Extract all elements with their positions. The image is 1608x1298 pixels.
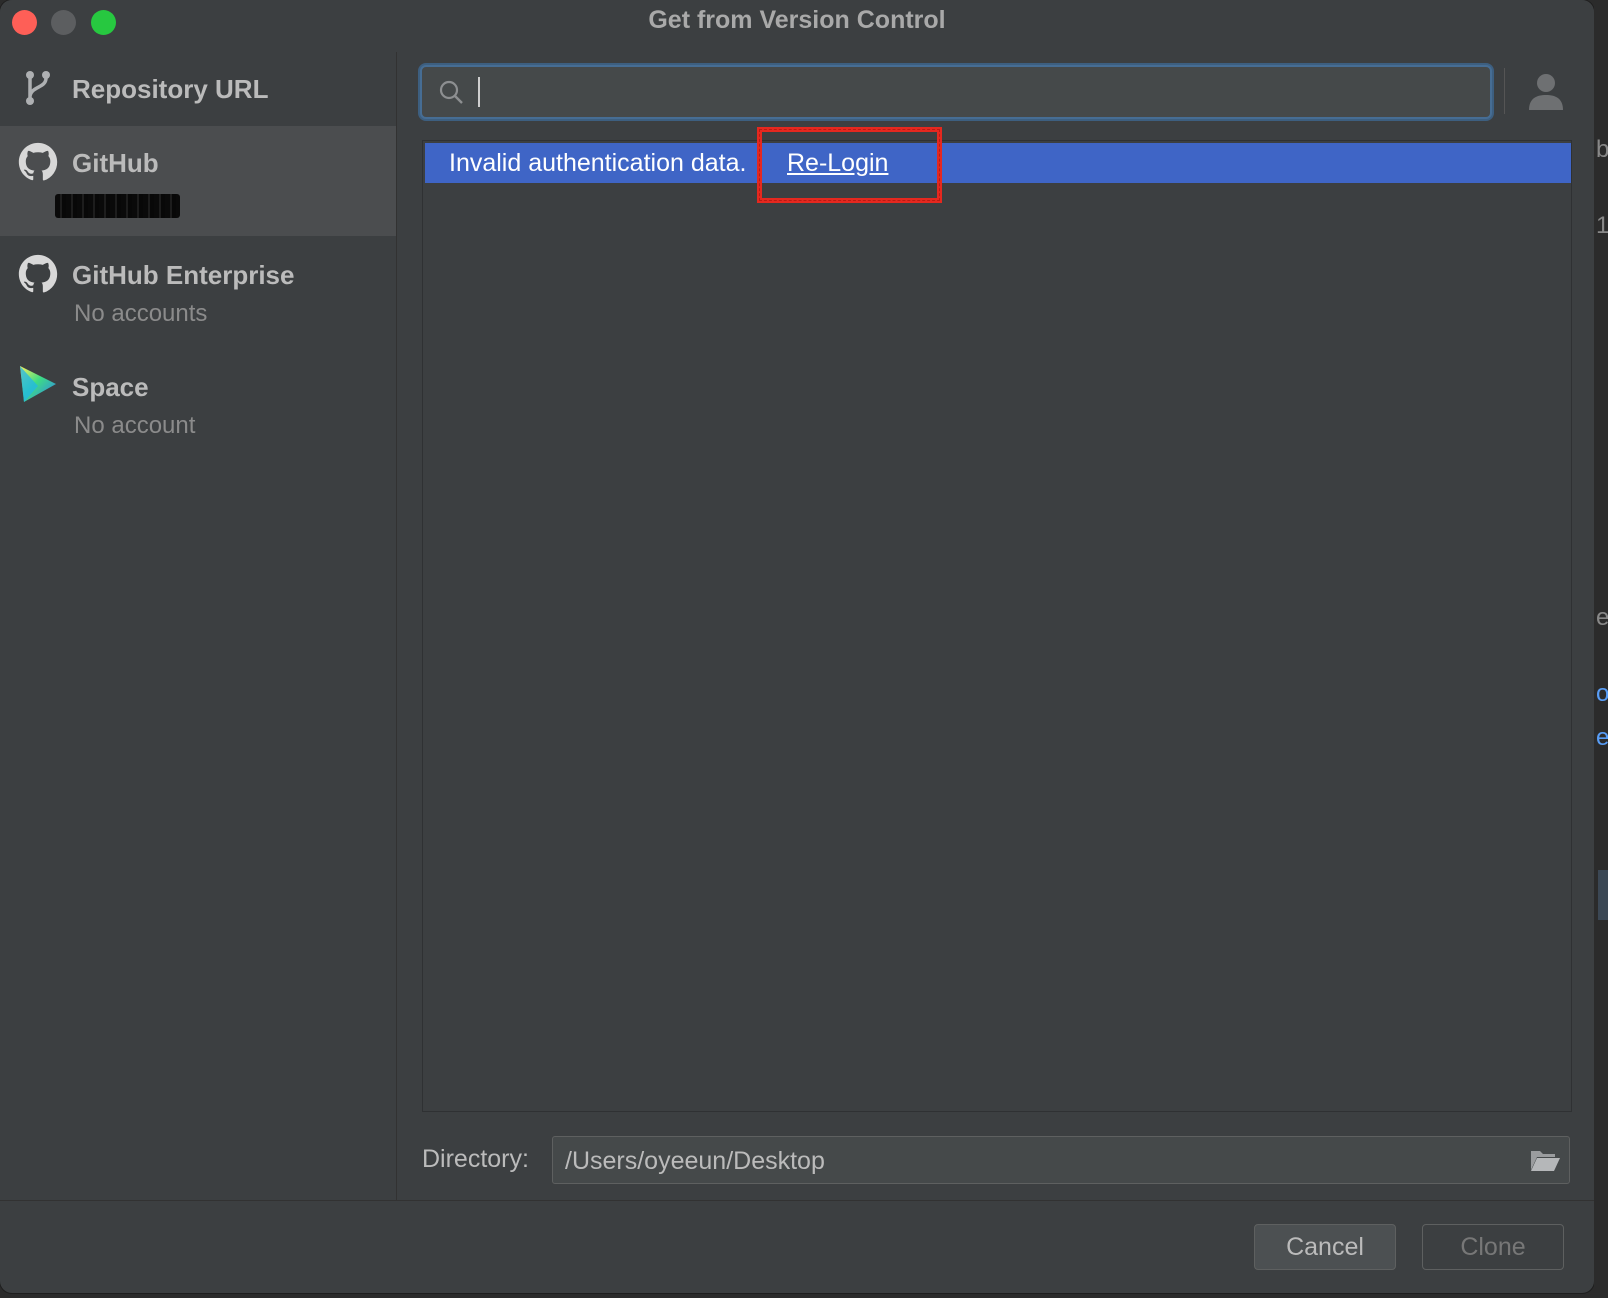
- sidebar-item-label: Space: [72, 372, 149, 402]
- background-text: b: [1596, 136, 1608, 163]
- sidebar-item-repository-url[interactable]: Repository URL: [0, 52, 396, 124]
- sidebar-item-sublabel: No accounts: [74, 300, 208, 327]
- sidebar: Repository URL GitHub GitHub Enterprise …: [0, 52, 397, 1200]
- search-input[interactable]: [474, 72, 1468, 112]
- error-row: Invalid authentication data. Re-Login: [425, 143, 1571, 183]
- background-text: 1: [1596, 212, 1608, 239]
- github-icon: [18, 254, 58, 293]
- relogin-link[interactable]: Re-Login: [787, 143, 888, 183]
- cancel-button[interactable]: Cancel: [1254, 1224, 1396, 1270]
- sidebar-item-space[interactable]: Space No account: [0, 350, 396, 460]
- dialog-window: Get from Version Control Repository URL …: [0, 0, 1594, 1293]
- background-scroll-marker: [1598, 870, 1608, 920]
- sidebar-item-label: GitHub Enterprise: [72, 260, 295, 290]
- directory-input[interactable]: [563, 1141, 1507, 1181]
- window-title: Get from Version Control: [648, 6, 946, 34]
- title-bar: Get from Version Control: [0, 0, 1594, 46]
- sidebar-item-label: Repository URL: [72, 74, 269, 104]
- space-logo-icon: [20, 366, 56, 402]
- sidebar-item-sublabel: No account: [74, 412, 196, 439]
- github-icon: [18, 142, 58, 181]
- toolbar-divider: [1504, 68, 1505, 114]
- redacted-account-name: [55, 194, 180, 218]
- directory-field[interactable]: [552, 1136, 1570, 1184]
- background-text: e: [1596, 724, 1608, 751]
- directory-label: Directory:: [422, 1145, 529, 1173]
- search-field[interactable]: [420, 65, 1492, 119]
- sidebar-item-label: GitHub: [72, 148, 159, 178]
- branch-icon: [26, 71, 50, 105]
- background-text: o: [1596, 680, 1608, 707]
- error-message: Invalid authentication data.: [449, 149, 747, 177]
- background-text: e: [1596, 604, 1608, 631]
- clone-button[interactable]: Clone: [1422, 1224, 1564, 1270]
- repository-list: Invalid authentication data. Re-Login: [422, 140, 1572, 1112]
- folder-open-icon[interactable]: [1529, 1147, 1561, 1173]
- sidebar-item-github-enterprise[interactable]: GitHub Enterprise No accounts: [0, 238, 396, 348]
- sidebar-item-github[interactable]: GitHub: [0, 126, 396, 236]
- footer-divider: [0, 1200, 1594, 1201]
- search-icon: [439, 80, 463, 104]
- background-editor-edge: b 1 e o e: [1594, 0, 1608, 1298]
- account-icon[interactable]: [1526, 70, 1566, 112]
- text-caret: [478, 77, 480, 107]
